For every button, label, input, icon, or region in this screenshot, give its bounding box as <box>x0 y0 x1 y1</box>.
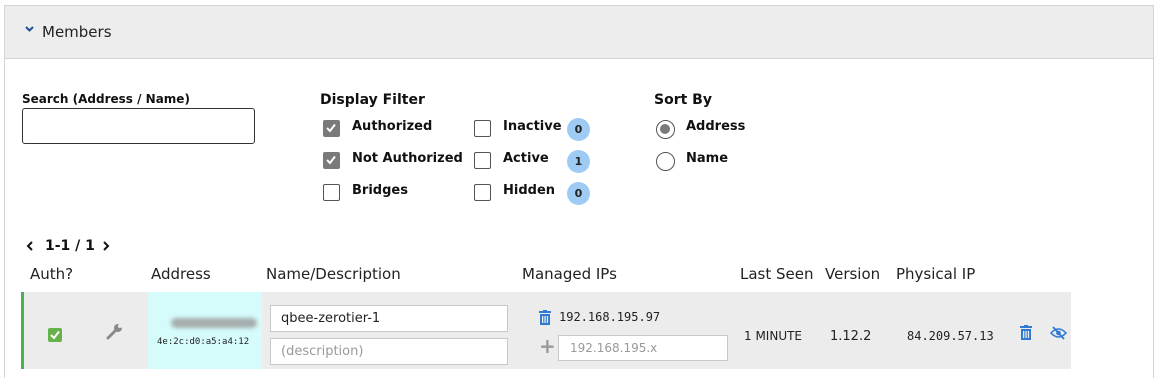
search-label: Search (Address / Name) <box>22 92 190 106</box>
hidden-count-badge: 0 <box>567 182 590 205</box>
not-authorized-label: Not Authorized <box>352 151 463 166</box>
chevron-down-icon[interactable] <box>25 26 34 32</box>
wrench-icon[interactable] <box>106 322 124 340</box>
not-authorized-checkbox[interactable] <box>323 152 340 169</box>
check-icon <box>50 330 60 340</box>
active-count-badge: 1 <box>567 150 590 173</box>
member-last-seen: 1 MINUTE <box>744 329 803 343</box>
trash-icon[interactable] <box>1019 325 1033 341</box>
authorized-label: Authorized <box>352 119 433 134</box>
col-last-seen: Last Seen <box>740 265 814 283</box>
sort-name-label: Name <box>686 151 729 166</box>
member-version: 1.12.2 <box>830 329 872 344</box>
check-icon <box>326 155 336 165</box>
member-address: 4e:2c:d0:a5:a4:12 <box>157 337 250 347</box>
member-name-input[interactable]: qbee-zerotier-1 <box>270 305 508 332</box>
inactive-label: Inactive <box>503 119 562 134</box>
hidden-label: Hidden <box>503 183 556 198</box>
sort-by-title: Sort By <box>654 92 712 108</box>
members-header[interactable]: Members <box>5 6 1153 59</box>
members-title: Members <box>42 23 112 41</box>
trash-icon[interactable] <box>538 310 552 326</box>
radio-selected-dot <box>660 124 670 134</box>
active-label: Active <box>503 151 549 166</box>
pager-text: 1-1 / 1 <box>45 238 95 254</box>
eye-slash-icon[interactable] <box>1050 326 1067 340</box>
members-panel: Members Search (Address / Name) Display … <box>4 5 1154 378</box>
bridges-checkbox[interactable] <box>323 184 340 201</box>
hidden-checkbox[interactable] <box>474 184 491 201</box>
col-name: Name/Description <box>266 265 401 283</box>
member-physical-ip: 84.209.57.13 <box>907 329 994 343</box>
sort-name-radio[interactable] <box>656 152 675 171</box>
auth-checkbox[interactable] <box>48 328 62 342</box>
bridges-label: Bridges <box>352 183 408 198</box>
sort-address-label: Address <box>686 119 746 134</box>
managed-ip: 192.168.195.97 <box>559 310 661 324</box>
col-physical-ip: Physical IP <box>896 265 976 283</box>
col-managed-ips: Managed IPs <box>522 265 617 283</box>
inactive-checkbox[interactable] <box>474 120 491 137</box>
member-row: 4e:2c:d0:a5:a4:12 qbee-zerotier-1 (descr… <box>21 292 1071 369</box>
redacted-address-blur <box>171 318 257 328</box>
chevron-left-icon[interactable] <box>26 241 34 251</box>
active-checkbox[interactable] <box>474 152 491 169</box>
col-auth: Auth? <box>30 265 74 283</box>
member-description-input[interactable]: (description) <box>270 338 508 365</box>
authorized-checkbox[interactable] <box>323 120 340 137</box>
search-input[interactable] <box>22 108 255 144</box>
col-address: Address <box>151 265 211 283</box>
new-ip-input[interactable]: 192.168.195.x <box>558 335 728 361</box>
col-version: Version <box>825 265 881 283</box>
plus-icon[interactable]: + <box>539 334 556 358</box>
address-cell: 4e:2c:d0:a5:a4:12 <box>148 292 262 369</box>
check-icon <box>326 123 336 133</box>
display-filter-title: Display Filter <box>320 92 425 108</box>
sort-address-radio[interactable] <box>656 120 675 139</box>
chevron-right-icon[interactable] <box>102 241 110 251</box>
inactive-count-badge: 0 <box>567 118 590 141</box>
